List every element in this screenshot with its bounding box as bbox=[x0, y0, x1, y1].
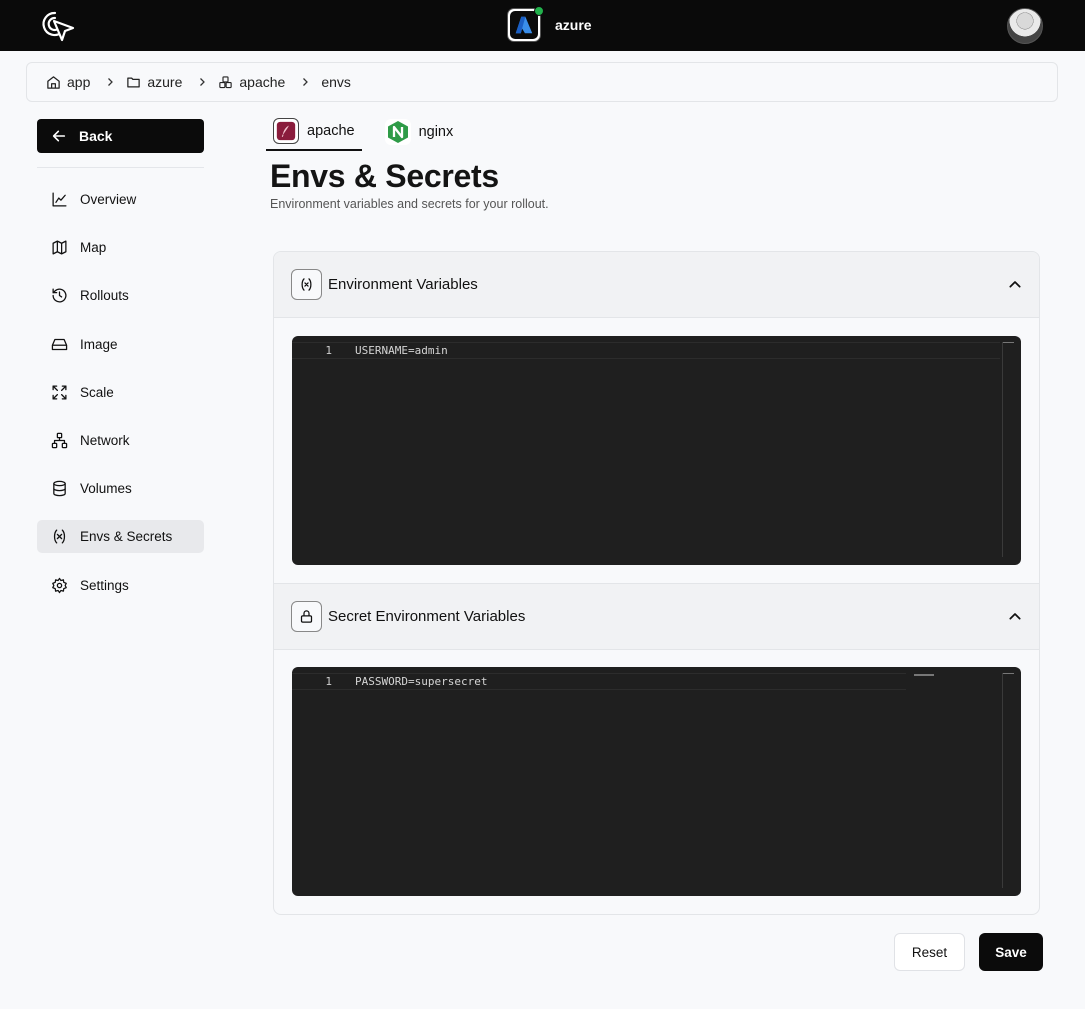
tab-nginx[interactable]: nginx bbox=[378, 113, 461, 150]
chevron-up-icon[interactable] bbox=[1007, 276, 1023, 292]
variable-icon bbox=[291, 269, 322, 300]
chevron-right-icon bbox=[299, 76, 311, 88]
back-button[interactable]: Back bbox=[37, 119, 204, 153]
sidebar-item-overview[interactable]: Overview bbox=[37, 183, 204, 216]
breadcrumb-app[interactable]: app bbox=[46, 74, 90, 90]
reset-button[interactable]: Reset bbox=[894, 933, 965, 971]
tab-label: apache bbox=[307, 123, 355, 139]
breadcrumb-apache[interactable]: apache bbox=[218, 74, 285, 90]
secret-section-header[interactable]: Secret Environment Variables bbox=[274, 583, 1039, 650]
editor-line: 1 PASSWORD=supersecret bbox=[292, 673, 906, 690]
tab-label: nginx bbox=[418, 123, 454, 140]
folder-icon bbox=[127, 77, 141, 87]
sidebar-item-rollouts[interactable]: Rollouts bbox=[37, 279, 204, 312]
project-switcher[interactable]: azure bbox=[507, 6, 592, 43]
sidebar-nav: Overview Map Rollouts Image Scale Networ… bbox=[37, 183, 204, 617]
sidebar-item-volumes[interactable]: Volumes bbox=[37, 472, 204, 505]
breadcrumb-envs: envs bbox=[321, 74, 351, 90]
editor-minimap bbox=[914, 674, 934, 676]
breadcrumb-label: apache bbox=[239, 74, 286, 90]
sidebar-item-label: Rollouts bbox=[80, 288, 129, 304]
hard-drive-icon bbox=[51, 338, 68, 350]
home-icon bbox=[47, 75, 60, 89]
envs-card: Environment Variables 1 USERNAME=admin S… bbox=[273, 251, 1040, 915]
sidebar-item-envs-secrets[interactable]: Envs & Secrets bbox=[37, 520, 204, 554]
secret-editor[interactable]: 1 PASSWORD=supersecret bbox=[292, 667, 1021, 896]
back-label: Back bbox=[79, 128, 113, 144]
sidebar-item-label: Overview bbox=[80, 192, 137, 207]
user-avatar[interactable] bbox=[1007, 8, 1043, 44]
sidebar-item-label: Settings bbox=[80, 577, 129, 593]
boxes-icon bbox=[219, 75, 233, 88]
page-title: Envs & Secrets bbox=[270, 158, 499, 194]
sidebar-item-image[interactable]: Image bbox=[37, 328, 204, 361]
chart-line-icon bbox=[52, 192, 67, 207]
page-subtitle: Environment variables and secrets for yo… bbox=[270, 197, 549, 211]
network-icon bbox=[51, 432, 68, 449]
tab-apache[interactable]: apache bbox=[266, 113, 362, 151]
editor-scrollbar[interactable] bbox=[1002, 673, 1014, 888]
editor-line: 1 USERNAME=admin bbox=[292, 342, 1000, 359]
breadcrumb-label: app bbox=[67, 74, 91, 90]
gear-icon bbox=[52, 577, 67, 593]
env-editor[interactable]: 1 USERNAME=admin bbox=[292, 336, 1021, 565]
chevron-up-icon[interactable] bbox=[1007, 608, 1023, 624]
top-bar: azure bbox=[0, 0, 1085, 51]
sidebar-item-label: Map bbox=[80, 240, 107, 256]
sidebar-item-label: Image bbox=[80, 336, 118, 352]
line-number: 1 bbox=[325, 675, 332, 688]
save-button[interactable]: Save bbox=[979, 933, 1043, 971]
code-text: USERNAME=admin bbox=[355, 344, 448, 357]
history-icon bbox=[52, 288, 67, 303]
sidebar-item-label: Envs & Secrets bbox=[80, 529, 173, 545]
map-icon bbox=[52, 240, 67, 255]
env-section-title: Environment Variables bbox=[328, 276, 478, 293]
breadcrumb-azure[interactable]: azure bbox=[126, 74, 182, 90]
sidebar-item-network[interactable]: Network bbox=[37, 424, 204, 457]
azure-icon bbox=[507, 6, 544, 42]
status-dot bbox=[534, 6, 544, 16]
sidebar-item-label: Volumes bbox=[80, 481, 132, 497]
arrow-left-icon bbox=[52, 130, 66, 142]
chevron-right-icon bbox=[196, 76, 208, 88]
breadcrumb: app azure apache envs bbox=[26, 62, 1058, 102]
database-icon bbox=[53, 480, 66, 497]
editor-scrollbar[interactable] bbox=[1002, 342, 1014, 557]
sidebar-item-map[interactable]: Map bbox=[37, 231, 204, 264]
variable-icon bbox=[53, 529, 66, 544]
sidebar-item-scale[interactable]: Scale bbox=[37, 376, 204, 409]
lock-icon bbox=[291, 601, 322, 632]
sidebar-item-settings[interactable]: Settings bbox=[37, 569, 204, 602]
sidebar-item-label: Network bbox=[80, 432, 130, 448]
code-text: PASSWORD=supersecret bbox=[355, 675, 488, 688]
line-number: 1 bbox=[325, 344, 332, 357]
breadcrumb-label: azure bbox=[147, 74, 183, 90]
service-tabs: apache nginx bbox=[266, 113, 460, 151]
sidebar-item-label: Scale bbox=[80, 384, 114, 400]
env-section-header[interactable]: Environment Variables bbox=[274, 252, 1039, 318]
app-logo-icon[interactable] bbox=[38, 6, 78, 46]
project-name: azure bbox=[555, 17, 592, 33]
breadcrumb-label: envs bbox=[321, 74, 351, 90]
nginx-icon bbox=[384, 118, 411, 145]
sidebar-divider bbox=[37, 167, 204, 168]
secret-section-title: Secret Environment Variables bbox=[328, 608, 526, 625]
scale-icon bbox=[52, 385, 67, 400]
chevron-right-icon bbox=[104, 76, 116, 88]
apache-icon bbox=[273, 118, 299, 144]
